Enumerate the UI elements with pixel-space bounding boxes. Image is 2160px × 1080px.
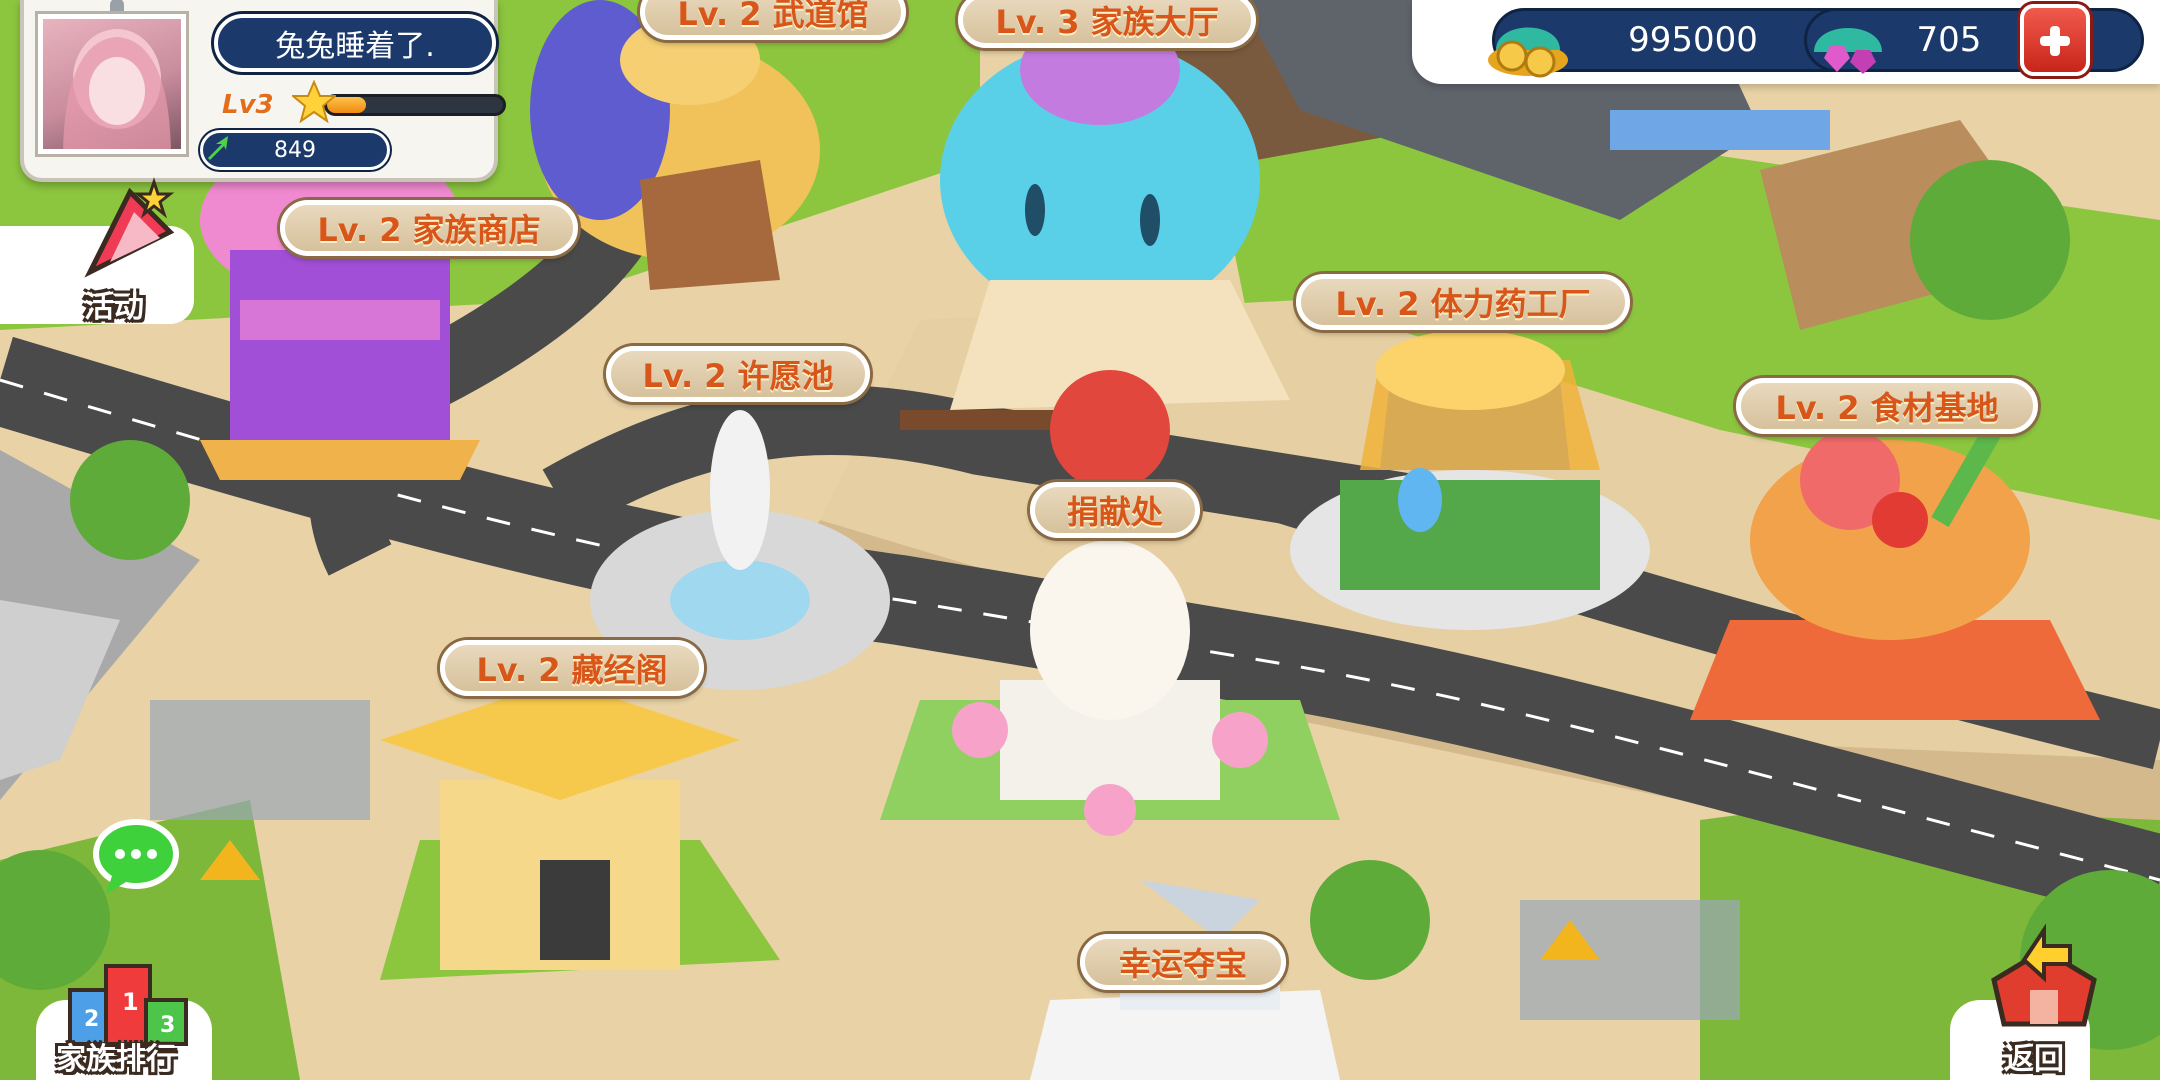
star-icon xyxy=(292,80,336,124)
lucky-treasure-label[interactable]: 幸运夺宝 xyxy=(1080,934,1286,990)
back-button[interactable] xyxy=(1984,920,2104,1030)
library-label[interactable]: Lv. 2 藏经阁 xyxy=(440,640,704,696)
family-hall-label[interactable]: Lv. 3 家族大厅 xyxy=(958,0,1256,48)
back-label: 返回 xyxy=(2004,1042,2064,1077)
family-shop-label[interactable]: Lv. 2 家族商店 xyxy=(280,200,578,256)
energy-arrow-icon xyxy=(208,136,228,160)
donation-label[interactable]: 捐献处 xyxy=(1030,482,1200,538)
svg-text:1: 1 xyxy=(122,988,139,1016)
potion-factory-label[interactable]: Lv. 2 体力药工厂 xyxy=(1296,274,1630,330)
player-name: 兔兔睡着了. xyxy=(214,14,496,72)
family-ranking-label: 家族排行 xyxy=(56,1042,176,1077)
chat-button[interactable] xyxy=(92,818,182,898)
dojo-label[interactable]: Lv. 2 武道馆 xyxy=(640,0,906,40)
avatar[interactable] xyxy=(38,14,186,154)
player-profile-panel: 兔兔睡着了. Lv3 849 xyxy=(20,0,506,182)
svg-text:2: 2 xyxy=(84,1007,99,1032)
food-base-label[interactable]: Lv. 2 食材基地 xyxy=(1736,378,2038,434)
gem-icon xyxy=(1814,28,1882,74)
xp-progress-bar xyxy=(324,94,506,116)
wishing-pool-label[interactable]: Lv. 2 许愿池 xyxy=(606,346,870,402)
player-level: Lv3 xyxy=(222,90,274,120)
events-button[interactable] xyxy=(70,172,180,282)
coin-icon xyxy=(1488,27,1568,78)
events-label: 活动 xyxy=(84,290,144,325)
add-gems-button[interactable] xyxy=(2020,4,2090,76)
